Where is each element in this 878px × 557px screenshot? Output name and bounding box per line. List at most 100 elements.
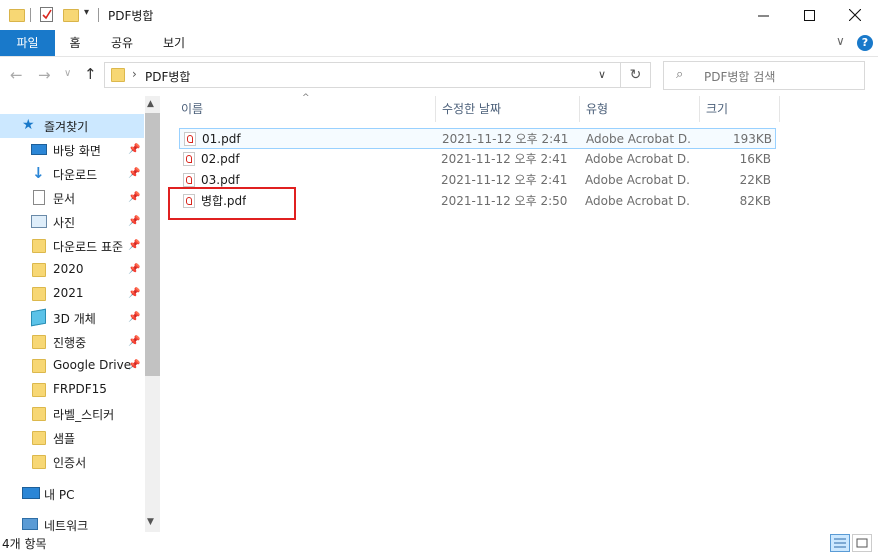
- folder-icon: [32, 263, 46, 277]
- pin-icon: 📌: [128, 168, 141, 179]
- network-icon: [22, 518, 38, 530]
- nav-quick-access-label: 즐겨찾기: [44, 120, 89, 134]
- file-modified: 2021-11-12 오후 2:41: [441, 152, 568, 166]
- pin-icon: 📌: [128, 264, 141, 275]
- nav-item-folder[interactable]: 샘플: [0, 426, 144, 450]
- large-icons-view-button[interactable]: [852, 534, 872, 552]
- computer-icon: [22, 487, 40, 499]
- nav-item-desktop[interactable]: 바탕 화면 📌: [0, 138, 144, 162]
- column-header-modified[interactable]: 수정한 날짜: [442, 96, 501, 122]
- tab-view[interactable]: 보기: [152, 30, 196, 56]
- navigation-pane: ★ 즐겨찾기 바탕 화면 📌 ↓ 다운로드 📌 문서 📌 사진 📌 다운로드 표…: [0, 96, 145, 533]
- nav-item-folder[interactable]: 다운로드 표준 📌: [0, 234, 144, 258]
- back-button[interactable]: ←: [10, 66, 23, 84]
- document-icon: [33, 190, 45, 205]
- nav-item-folder[interactable]: 2021 📌: [0, 282, 144, 306]
- breadcrumb-separator-icon: ›: [132, 67, 137, 81]
- tab-share[interactable]: 공유: [100, 30, 144, 56]
- address-dropdown-icon[interactable]: ∨: [598, 68, 606, 81]
- status-bar: 4개 항목: [0, 534, 878, 557]
- nav-item-label: 바탕 화면: [53, 144, 101, 158]
- 3d-objects-icon: [31, 308, 46, 327]
- file-modified: 2021-11-12 오후 2:41: [442, 132, 569, 146]
- new-folder-icon[interactable]: [63, 9, 79, 22]
- search-input[interactable]: ⌕ PDF병합 검색: [663, 61, 865, 90]
- scroll-down-icon[interactable]: ▼: [147, 517, 154, 527]
- column-header-type[interactable]: 유형: [586, 96, 608, 122]
- help-icon[interactable]: ?: [857, 35, 873, 51]
- window-title: PDF병합: [108, 9, 154, 23]
- properties-icon[interactable]: [40, 7, 53, 22]
- column-divider[interactable]: [699, 96, 700, 122]
- folder-icon: [32, 287, 46, 301]
- column-divider[interactable]: [779, 96, 780, 122]
- nav-item-label: 네트워크: [44, 519, 89, 533]
- nav-scrollbar-thumb[interactable]: [145, 113, 160, 376]
- nav-item-label: 2021: [53, 286, 84, 300]
- nav-item-folder[interactable]: Google Drive 📌: [0, 354, 144, 378]
- item-count: 4개 항목: [2, 537, 47, 551]
- folder-icon: [32, 359, 46, 373]
- tab-file[interactable]: 파일: [0, 30, 55, 56]
- column-divider[interactable]: [579, 96, 580, 122]
- pin-icon: 📌: [128, 288, 141, 299]
- file-row[interactable]: 02.pdf 2021-11-12 오후 2:41 Adobe Acrobat …: [179, 149, 776, 170]
- file-size: 22KB: [739, 173, 771, 187]
- nav-item-folder[interactable]: 진행중 📌: [0, 330, 144, 354]
- nav-item-3d-objects[interactable]: 3D 개체 📌: [0, 306, 144, 330]
- address-bar[interactable]: › PDF병합 ∨: [104, 62, 621, 88]
- pin-icon: 📌: [128, 144, 141, 155]
- folder-icon: [111, 68, 125, 82]
- nav-item-folder[interactable]: 라벨_스티커: [0, 402, 144, 426]
- file-size: 16KB: [739, 152, 771, 166]
- nav-quick-access[interactable]: ★ 즐겨찾기: [0, 114, 144, 138]
- nav-item-label: 내 PC: [44, 488, 75, 502]
- tab-home[interactable]: 홈: [56, 30, 94, 56]
- up-button[interactable]: ↑: [84, 65, 97, 83]
- file-type: Adobe Acrobat D...: [586, 132, 692, 146]
- nav-item-folder[interactable]: 인증서: [0, 450, 144, 474]
- recent-locations-icon[interactable]: ∨: [64, 68, 71, 79]
- pdf-file-icon: [183, 173, 195, 187]
- pin-icon: 📌: [128, 312, 141, 323]
- nav-item-label: Google Drive: [53, 358, 132, 372]
- column-header-size[interactable]: 크기: [706, 96, 728, 122]
- details-view-button[interactable]: [830, 534, 850, 552]
- nav-item-label: 인증서: [53, 456, 87, 470]
- star-icon: ★: [22, 117, 35, 133]
- customize-toolbar-icon[interactable]: ▾: [84, 7, 89, 18]
- file-type: Adobe Acrobat D...: [585, 194, 691, 208]
- file-row[interactable]: 01.pdf 2021-11-12 오후 2:41 Adobe Acrobat …: [179, 128, 776, 149]
- refresh-button[interactable]: ↻: [621, 62, 651, 88]
- expand-ribbon-icon[interactable]: ∨: [836, 34, 845, 48]
- breadcrumb-current[interactable]: PDF병합: [145, 68, 190, 85]
- separator: [30, 8, 31, 22]
- file-name: 02.pdf: [201, 152, 240, 166]
- column-divider[interactable]: [435, 96, 436, 122]
- nav-item-folder[interactable]: FRPDF15: [0, 378, 144, 402]
- forward-button[interactable]: →: [38, 66, 51, 84]
- nav-item-folder[interactable]: 2020 📌: [0, 258, 144, 282]
- pin-icon: 📌: [128, 336, 141, 347]
- nav-item-downloads[interactable]: ↓ 다운로드 📌: [0, 162, 144, 186]
- sort-ascending-icon: ^: [302, 93, 310, 103]
- column-header-name[interactable]: 이름: [181, 96, 203, 122]
- close-button[interactable]: [832, 0, 878, 30]
- nav-item-label: 사진: [53, 216, 76, 230]
- pin-icon: 📌: [128, 360, 141, 371]
- nav-item-pictures[interactable]: 사진 📌: [0, 210, 144, 234]
- folder-icon: [32, 335, 46, 349]
- nav-item-label: 샘플: [53, 432, 76, 446]
- scroll-up-icon[interactable]: ▲: [147, 99, 154, 109]
- search-icon: ⌕: [676, 67, 684, 82]
- folder-icon: [32, 239, 46, 253]
- file-name: 01.pdf: [202, 132, 241, 146]
- nav-item-documents[interactable]: 문서 📌: [0, 186, 144, 210]
- maximize-button[interactable]: [786, 0, 832, 30]
- pin-icon: 📌: [128, 240, 141, 251]
- minimize-button[interactable]: [740, 0, 786, 30]
- nav-item-label: 다운로드 표준: [53, 240, 124, 254]
- nav-item-this-pc[interactable]: 내 PC: [0, 482, 144, 506]
- ribbon-tabs: 파일 홈 공유 보기 ∨ ?: [0, 30, 878, 57]
- highlight-annotation: [168, 187, 296, 220]
